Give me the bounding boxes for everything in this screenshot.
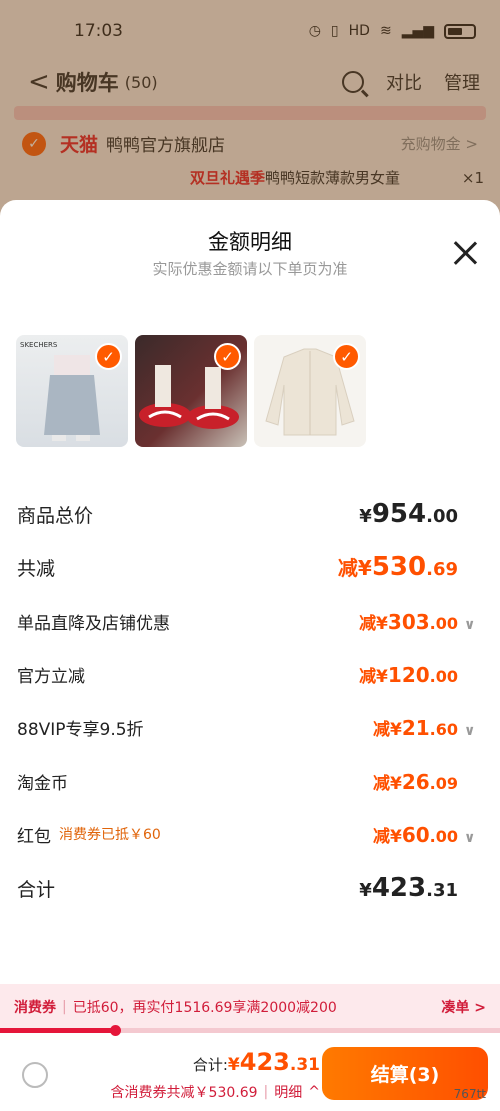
- row-goods-total: 商品总价 ¥ 954 .00: [17, 494, 478, 534]
- row-88vip-discount[interactable]: 88VIP专享9.5折 减¥ 21 .60 ∨: [17, 707, 478, 747]
- saving-line: 含消费券共减￥530.69 | 明细 ^: [111, 1082, 320, 1102]
- row-value: ¥ 423 .31: [359, 873, 478, 903]
- row-label: 商品总价: [17, 504, 94, 527]
- row-value: 减¥ 120 .00: [359, 662, 478, 687]
- value-prefix: 减¥: [372, 773, 402, 794]
- coupon-note: 消费券已抵￥60: [59, 827, 161, 843]
- chevron-down-icon[interactable]: ∨: [464, 617, 478, 633]
- divider: |: [62, 999, 67, 1015]
- value-decimal: .09: [429, 773, 458, 793]
- row-label: 单品直降及店铺优惠: [17, 613, 170, 634]
- row-label: 淘金币: [17, 773, 68, 794]
- value-prefix: ¥: [359, 880, 372, 901]
- value-prefix: ¥: [359, 506, 372, 527]
- row-value: 减¥ 21 .60 ∨: [373, 715, 478, 740]
- svg-text:SKECHERS: SKECHERS: [20, 341, 58, 349]
- select-all-checkbox[interactable]: [22, 1062, 48, 1088]
- total-label: 合计:: [192, 1056, 228, 1074]
- row-label: 合计: [17, 878, 56, 901]
- value-decimal: .60: [429, 719, 458, 739]
- row-value: 减¥ 303 .00 ∨: [359, 609, 478, 634]
- row-red-packet[interactable]: 红包 消费券已抵￥60 减¥ 60 .00 ∨: [17, 814, 478, 854]
- total-yen: ¥: [227, 1055, 240, 1075]
- sheet-subtitle: 实际优惠金额请以下单页为准: [152, 260, 348, 278]
- row-value: 减¥ 530 .69: [338, 552, 478, 582]
- value-prefix: 减¥: [372, 826, 402, 847]
- sheet-title: 金额明细: [208, 230, 292, 254]
- chevron-down-icon[interactable]: ∨: [464, 723, 478, 739]
- detail-link[interactable]: 明细: [274, 1082, 302, 1102]
- value-integer: 120: [387, 662, 430, 687]
- value-integer: 21: [401, 715, 430, 740]
- dim-overlay[interactable]: [0, 0, 500, 230]
- saving-text: 含消费券共减￥530.69: [110, 1085, 258, 1101]
- progress-dot: [110, 1025, 121, 1036]
- value-decimal: .31: [426, 880, 458, 901]
- value-decimal: .00: [429, 613, 458, 633]
- value-prefix: 减¥: [359, 613, 388, 634]
- row-official-discount: 官方立减 减¥ 120 .00: [17, 654, 478, 694]
- value-integer: 26: [401, 769, 430, 794]
- value-integer: 60: [401, 822, 430, 847]
- value-prefix: 减¥: [359, 666, 388, 687]
- value-integer: 530: [371, 552, 427, 582]
- row-total-reduction: 共减 减¥ 530 .69: [17, 547, 478, 587]
- row-label: 官方立减: [17, 666, 85, 687]
- thumb-check-icon[interactable]: ✓: [333, 343, 360, 370]
- gather-order-button[interactable]: 凑单 >: [441, 997, 486, 1017]
- row-label: 88VIP专享9.5折: [17, 719, 144, 740]
- watermark: 767tt: [453, 1087, 486, 1101]
- value-prefix: 减¥: [337, 556, 372, 580]
- product-thumb-sneakers[interactable]: ✓: [135, 335, 247, 447]
- row-label: 共减: [17, 557, 56, 580]
- value-integer: 423: [371, 873, 427, 903]
- coupon-text: 已抵60，再实付1516.69享满2000减200: [72, 1000, 337, 1016]
- product-thumb-jacket[interactable]: ✓: [254, 335, 366, 447]
- value-prefix: 减¥: [372, 719, 402, 740]
- total-decimal: .31: [289, 1055, 320, 1075]
- row-grand-total: 合计 ¥ 423 .31: [17, 868, 478, 908]
- thumb-check-icon[interactable]: ✓: [95, 343, 122, 370]
- value-decimal: .69: [426, 559, 458, 580]
- value-decimal: .00: [429, 666, 458, 686]
- row-taojinbi: 淘金币 减¥ 26 .09: [17, 761, 478, 801]
- total-line: 合计: ¥ 423 .31: [193, 1048, 320, 1076]
- divider: |: [263, 1084, 269, 1100]
- close-icon[interactable]: [452, 240, 478, 266]
- coupon-progress: [0, 1025, 500, 1036]
- thumb-check-icon[interactable]: ✓: [214, 343, 241, 370]
- value-integer: 954: [371, 499, 427, 529]
- product-thumb-jeans[interactable]: SKECHERS ✓: [16, 335, 128, 447]
- row-value: 减¥ 60 .00 ∨: [373, 822, 478, 847]
- chevron-up-icon[interactable]: ^: [308, 1084, 320, 1100]
- value-decimal: .00: [426, 506, 458, 527]
- coupon-bar: 消费券 | 已抵60，再实付1516.69享满2000减200 凑单 >: [0, 984, 500, 1030]
- row-item-discount[interactable]: 单品直降及店铺优惠 减¥ 303 .00 ∨: [17, 601, 478, 641]
- row-label: 红包: [17, 826, 51, 847]
- chevron-down-icon[interactable]: ∨: [464, 830, 478, 846]
- total-integer: 423: [239, 1048, 290, 1076]
- coupon-tag: 消费券: [14, 1000, 56, 1016]
- value-decimal: .00: [429, 826, 458, 846]
- row-value: 减¥ 26 .09: [373, 769, 478, 794]
- progress-fill: [0, 1028, 115, 1033]
- product-thumbnails: SKECHERS ✓ ✓ ✓: [16, 335, 366, 447]
- value-integer: 303: [387, 609, 430, 634]
- row-value: ¥ 954 .00: [359, 499, 478, 529]
- amount-detail-sheet: 金额明细 实际优惠金额请以下单页为准 SKECHERS ✓ ✓ ✓ 商品总价 ¥…: [0, 200, 500, 1111]
- checkout-bar: 合计: ¥ 423 .31 含消费券共减￥530.69 | 明细 ^ 结算(3)…: [0, 1036, 500, 1111]
